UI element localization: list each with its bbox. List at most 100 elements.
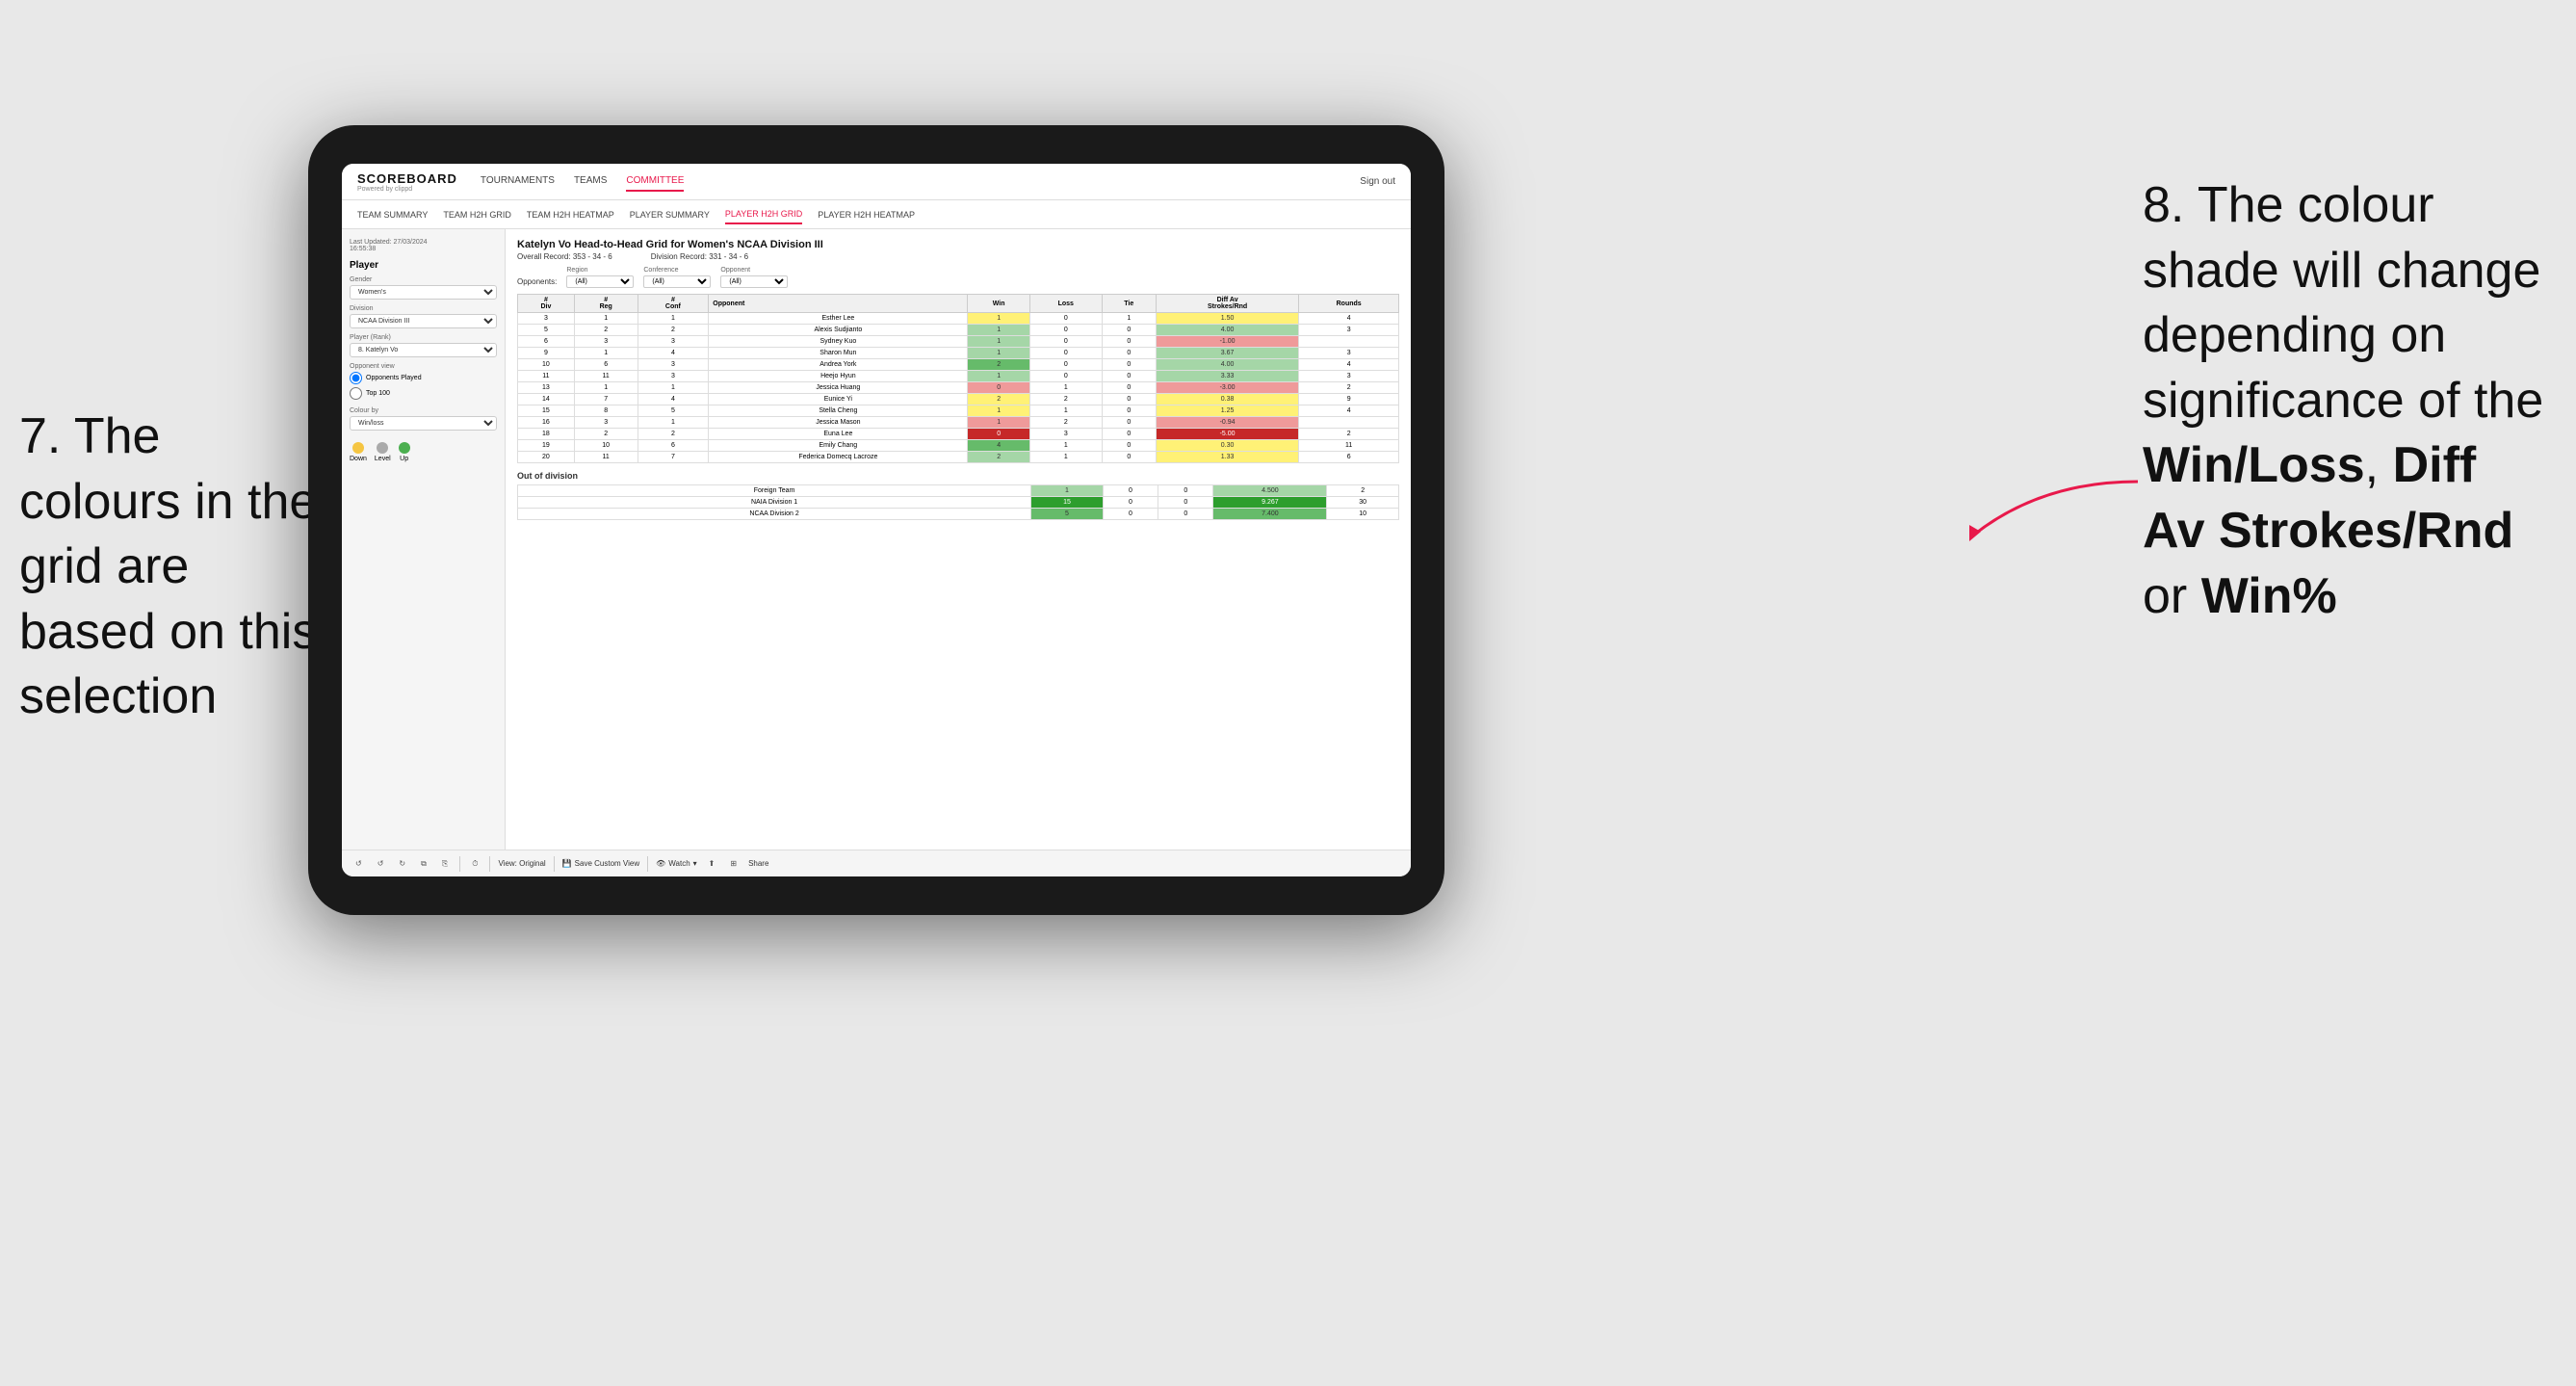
radio-top100[interactable]: Top 100 bbox=[350, 387, 497, 400]
sub-nav-player-h2h-grid[interactable]: PLAYER H2H GRID bbox=[725, 205, 802, 224]
table-row: 19 10 6 Emily Chang 4 1 0 0.30 11 bbox=[518, 440, 1399, 452]
cell-opponent: Jessica Mason bbox=[709, 417, 968, 429]
col-tie: Tie bbox=[1102, 295, 1156, 313]
cell-win: 1 bbox=[968, 313, 1029, 325]
cell-opponent: Federica Domecq Lacroze bbox=[709, 452, 968, 463]
cell-reg: 2 bbox=[574, 429, 637, 440]
nav-tournaments[interactable]: TOURNAMENTS bbox=[481, 171, 555, 192]
division-record: Division Record: 331 - 34 - 6 bbox=[651, 252, 748, 261]
player-rank-select[interactable]: 8. Katelyn Vo bbox=[350, 343, 497, 357]
cell-win: 0 bbox=[968, 382, 1029, 394]
paste-btn[interactable]: ⎘ bbox=[438, 857, 452, 871]
cell-diff: 0.30 bbox=[1156, 440, 1298, 452]
cell-rounds: 4 bbox=[1299, 359, 1399, 371]
nav-teams[interactable]: TEAMS bbox=[574, 171, 607, 192]
legend-dot-level bbox=[377, 442, 388, 454]
ood-table-row: NAIA Division 1 15 0 0 9.267 30 bbox=[518, 497, 1399, 509]
cell-reg: 11 bbox=[574, 452, 637, 463]
table-row: 5 2 2 Alexis Sudjianto 1 0 0 4.00 3 bbox=[518, 325, 1399, 336]
cell-diff: 1.50 bbox=[1156, 313, 1298, 325]
filters-row: Opponents: Region (All) Conference (All) bbox=[517, 267, 1399, 288]
table-row: 3 1 1 Esther Lee 1 0 1 1.50 4 bbox=[518, 313, 1399, 325]
sub-nav-player-summary[interactable]: PLAYER SUMMARY bbox=[630, 206, 710, 223]
undo2-btn[interactable]: ↺ bbox=[374, 857, 388, 870]
ood-cell-tie: 0 bbox=[1158, 485, 1213, 497]
cell-win: 1 bbox=[968, 417, 1029, 429]
ood-cell-rounds: 10 bbox=[1327, 509, 1399, 520]
share-btn[interactable]: Share bbox=[748, 859, 768, 868]
gender-select[interactable]: Women's bbox=[350, 285, 497, 300]
cell-loss: 0 bbox=[1029, 371, 1102, 382]
sub-nav-team-h2h-grid[interactable]: TEAM H2H GRID bbox=[443, 206, 511, 223]
cell-diff: 1.25 bbox=[1156, 405, 1298, 417]
last-updated: Last Updated: 27/03/2024 16:55:38 bbox=[350, 239, 497, 252]
sub-nav-team-summary[interactable]: TEAM SUMMARY bbox=[357, 206, 428, 223]
cell-rounds: 9 bbox=[1299, 394, 1399, 405]
opponents-label: Opponents: bbox=[517, 277, 557, 288]
filter-region: Region (All) bbox=[566, 267, 634, 288]
cell-diff: 4.00 bbox=[1156, 325, 1298, 336]
cell-tie: 0 bbox=[1102, 382, 1156, 394]
cell-diff: 4.00 bbox=[1156, 359, 1298, 371]
colour-by-select[interactable]: Win/loss bbox=[350, 416, 497, 431]
ood-table-row: Foreign Team 1 0 0 4.500 2 bbox=[518, 485, 1399, 497]
table-row: 9 1 4 Sharon Mun 1 0 0 3.67 3 bbox=[518, 348, 1399, 359]
cell-reg: 2 bbox=[574, 325, 637, 336]
filter-conference: Conference (All) bbox=[643, 267, 711, 288]
opponent-view-label: Opponent view bbox=[350, 363, 497, 370]
region-select[interactable]: (All) bbox=[566, 275, 634, 288]
col-conf: #Conf bbox=[637, 295, 709, 313]
cell-win: 0 bbox=[968, 429, 1029, 440]
cell-opponent: Eunice Yi bbox=[709, 394, 968, 405]
ood-cell-loss: 0 bbox=[1103, 485, 1158, 497]
watch-btn[interactable]: 👁 Watch ▾ bbox=[656, 859, 697, 868]
clock-btn[interactable]: ⏱ bbox=[468, 857, 481, 871]
cell-tie: 0 bbox=[1102, 325, 1156, 336]
logo-area: SCOREBOARD Powered by clippd bbox=[357, 171, 457, 193]
cell-conf: 1 bbox=[637, 382, 709, 394]
cell-reg: 3 bbox=[574, 336, 637, 348]
export-btn[interactable]: ⬆ bbox=[705, 857, 719, 870]
cell-diff: 1.33 bbox=[1156, 452, 1298, 463]
opponent-select[interactable]: (All) bbox=[720, 275, 788, 288]
radio-opponents-played[interactable]: Opponents Played bbox=[350, 372, 497, 384]
cell-div: 13 bbox=[518, 382, 575, 394]
h2h-table: #Div #Reg #Conf Opponent Win Loss Tie Di… bbox=[517, 294, 1399, 463]
ood-table-row: NCAA Division 2 5 0 0 7.400 10 bbox=[518, 509, 1399, 520]
cell-loss: 2 bbox=[1029, 417, 1102, 429]
view-original-btn[interactable]: View: Original bbox=[498, 859, 545, 868]
ood-cell-diff: 9.267 bbox=[1213, 497, 1327, 509]
ood-cell-opponent: Foreign Team bbox=[518, 485, 1031, 497]
cell-opponent: Esther Lee bbox=[709, 313, 968, 325]
nav-committee[interactable]: COMMITTEE bbox=[626, 171, 684, 192]
cell-conf: 1 bbox=[637, 417, 709, 429]
cell-diff: 3.33 bbox=[1156, 371, 1298, 382]
conference-select[interactable]: (All) bbox=[643, 275, 711, 288]
sub-nav-team-h2h-heatmap[interactable]: TEAM H2H HEATMAP bbox=[527, 206, 614, 223]
cell-loss: 0 bbox=[1029, 348, 1102, 359]
save-custom-btn[interactable]: 💾 Save Custom View bbox=[562, 859, 639, 868]
undo-btn[interactable]: ↺ bbox=[351, 857, 366, 870]
cell-div: 19 bbox=[518, 440, 575, 452]
annotation-left: 7. The colours in the grid are based on … bbox=[19, 405, 327, 730]
redo-btn[interactable]: ↻ bbox=[395, 857, 409, 870]
filter-opponent: Opponent (All) bbox=[720, 267, 788, 288]
ood-cell-rounds: 30 bbox=[1327, 497, 1399, 509]
nav-links: TOURNAMENTS TEAMS COMMITTEE bbox=[481, 171, 1360, 192]
ood-cell-tie: 0 bbox=[1158, 497, 1213, 509]
grid-btn[interactable]: ⊞ bbox=[726, 857, 741, 870]
cell-opponent: Andrea York bbox=[709, 359, 968, 371]
division-select[interactable]: NCAA Division III bbox=[350, 314, 497, 328]
sub-nav-player-h2h-heatmap[interactable]: PLAYER H2H HEATMAP bbox=[818, 206, 915, 223]
logo-sub: Powered by clippd bbox=[357, 186, 457, 193]
player-section-title: Player bbox=[350, 260, 497, 271]
sign-out-link[interactable]: Sign out bbox=[1360, 176, 1395, 187]
ood-cell-opponent: NCAA Division 2 bbox=[518, 509, 1031, 520]
col-diff: Diff AvStrokes/Rnd bbox=[1156, 295, 1298, 313]
cell-win: 1 bbox=[968, 348, 1029, 359]
cell-tie: 1 bbox=[1102, 313, 1156, 325]
copy-btn[interactable]: ⧉ bbox=[417, 857, 430, 871]
col-loss: Loss bbox=[1029, 295, 1102, 313]
cell-conf: 5 bbox=[637, 405, 709, 417]
nav-right: Sign out bbox=[1360, 176, 1395, 187]
